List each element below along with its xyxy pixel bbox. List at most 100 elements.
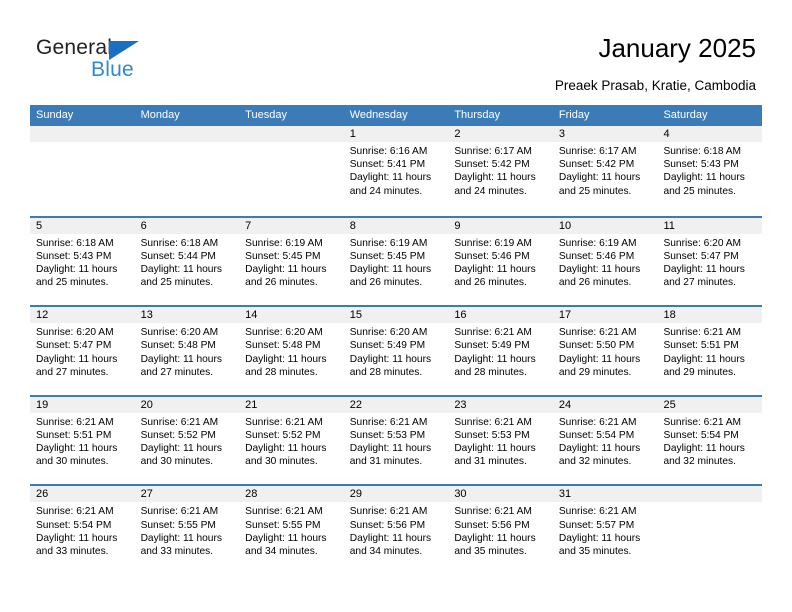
day-cell[interactable]: 3 Sunrise: 6:17 AM Sunset: 5:42 PM Dayli… <box>552 126 658 216</box>
day-cell[interactable]: 29 Sunrise: 6:21 AM Sunset: 5:56 PM Dayl… <box>343 486 449 574</box>
day-cell[interactable]: 10 Sunrise: 6:19 AM Sunset: 5:46 PM Dayl… <box>552 217 658 306</box>
daylight-text-line2: and 29 minutes. <box>558 366 632 378</box>
day-details: Sunrise: 6:21 AM Sunset: 5:53 PM Dayligh… <box>448 413 553 469</box>
weekday-header-sunday: Sunday <box>36 109 74 121</box>
daylight-text-line2: and 24 minutes. <box>349 185 423 197</box>
sunset-text: Sunset: 5:51 PM <box>663 340 739 352</box>
day-cell[interactable]: 9 Sunrise: 6:19 AM Sunset: 5:46 PM Dayli… <box>448 217 553 306</box>
daylight-text-line1: Daylight: 11 hours <box>349 172 432 184</box>
sunrise-text: Sunrise: 6:21 AM <box>140 506 219 518</box>
sunrise-text: Sunrise: 6:21 AM <box>36 506 114 518</box>
daylight-text-line2: and 26 minutes. <box>454 277 527 289</box>
day-details: Sunrise: 6:17 AM Sunset: 5:42 PM Dayligh… <box>448 142 553 198</box>
daylight-text-line1: Daylight: 11 hours <box>36 353 118 365</box>
day-cell[interactable]: 23 Sunrise: 6:21 AM Sunset: 5:53 PM Dayl… <box>448 396 553 485</box>
day-cell[interactable]: 5 Sunrise: 6:18 AM Sunset: 5:43 PM Dayli… <box>30 217 135 306</box>
day-number: 27 <box>134 486 240 503</box>
page-title: January 2025 <box>598 33 756 63</box>
day-cell[interactable] <box>239 126 344 216</box>
sunrise-text: Sunrise: 6:19 AM <box>454 237 532 249</box>
daylight-text-line1: Daylight: 11 hours <box>663 264 745 275</box>
day-cell[interactable]: 30 Sunrise: 6:21 AM Sunset: 5:56 PM Dayl… <box>448 486 553 574</box>
day-cell[interactable]: 17 Sunrise: 6:21 AM Sunset: 5:50 PM Dayl… <box>552 307 658 395</box>
day-number: 9 <box>448 217 553 234</box>
day-cell[interactable]: 1 Sunrise: 6:16 AM Sunset: 5:41 PM Dayli… <box>343 126 449 216</box>
day-cell[interactable]: 11 Sunrise: 6:20 AM Sunset: 5:47 PM Dayl… <box>657 217 763 306</box>
day-number: 12 <box>30 307 135 324</box>
day-details <box>239 142 344 145</box>
day-cell[interactable]: 7 Sunrise: 6:19 AM Sunset: 5:45 PM Dayli… <box>239 217 344 306</box>
day-cell[interactable]: 19 Sunrise: 6:21 AM Sunset: 5:51 PM Dayl… <box>30 396 135 485</box>
day-cell[interactable] <box>30 126 135 216</box>
sunrise-text: Sunrise: 6:18 AM <box>36 237 114 249</box>
day-cell[interactable]: 22 Sunrise: 6:21 AM Sunset: 5:53 PM Dayl… <box>343 396 449 485</box>
daylight-text-line1: Daylight: 11 hours <box>245 264 327 275</box>
day-number: 31 <box>552 486 658 503</box>
daylight-text-line2: and 27 minutes. <box>663 277 736 289</box>
day-number: 13 <box>134 307 240 324</box>
day-cell[interactable]: 12 Sunrise: 6:20 AM Sunset: 5:47 PM Dayl… <box>30 307 135 395</box>
day-details: Sunrise: 6:21 AM Sunset: 5:55 PM Dayligh… <box>135 502 240 558</box>
day-cell[interactable]: 26 Sunrise: 6:21 AM Sunset: 5:54 PM Dayl… <box>30 486 135 574</box>
day-cell[interactable]: 31 Sunrise: 6:21 AM Sunset: 5:57 PM Dayl… <box>552 486 658 574</box>
daylight-text-line2: and 35 minutes. <box>558 545 632 557</box>
general-blue-logo[interactable]: General Blue <box>36 36 236 84</box>
sunrise-text: Sunrise: 6:21 AM <box>349 506 428 518</box>
sunset-text: Sunset: 5:52 PM <box>140 429 216 441</box>
day-cell[interactable] <box>134 126 240 216</box>
day-details: Sunrise: 6:20 AM Sunset: 5:49 PM Dayligh… <box>344 323 449 379</box>
day-cell[interactable]: 27 Sunrise: 6:21 AM Sunset: 5:55 PM Dayl… <box>134 486 240 574</box>
weekday-header-thursday: Thursday <box>454 109 501 121</box>
day-number: 7 <box>239 217 344 234</box>
week-row: 5 Sunrise: 6:18 AM Sunset: 5:43 PM Dayli… <box>30 215 763 306</box>
sunrise-text: Sunrise: 6:21 AM <box>454 506 532 518</box>
sunset-text: Sunset: 5:42 PM <box>558 159 635 171</box>
day-number: 29 <box>343 486 449 503</box>
day-number: 1 <box>343 126 449 142</box>
day-cell[interactable]: 8 Sunrise: 6:19 AM Sunset: 5:45 PM Dayli… <box>343 217 449 306</box>
daylight-text-line2: and 27 minutes. <box>140 366 214 378</box>
day-cell[interactable]: 20 Sunrise: 6:21 AM Sunset: 5:52 PM Dayl… <box>134 396 240 485</box>
daylight-text-line2: and 25 minutes. <box>36 277 109 289</box>
weekday-header-tuesday: Tuesday <box>245 109 287 121</box>
day-cell[interactable]: 14 Sunrise: 6:20 AM Sunset: 5:48 PM Dayl… <box>239 307 344 395</box>
day-cell[interactable]: 4 Sunrise: 6:18 AM Sunset: 5:43 PM Dayli… <box>657 126 763 216</box>
day-cell[interactable]: 13 Sunrise: 6:20 AM Sunset: 5:48 PM Dayl… <box>134 307 240 395</box>
daylight-text-line1: Daylight: 11 hours <box>663 172 745 184</box>
daylight-text-line2: and 26 minutes. <box>349 277 423 289</box>
daylight-text-line1: Daylight: 11 hours <box>558 264 641 275</box>
day-cell[interactable]: 24 Sunrise: 6:21 AM Sunset: 5:54 PM Dayl… <box>552 396 658 485</box>
day-cell[interactable]: 16 Sunrise: 6:21 AM Sunset: 5:49 PM Dayl… <box>448 307 553 395</box>
daylight-text-line1: Daylight: 11 hours <box>245 353 327 365</box>
day-cell[interactable]: 2 Sunrise: 6:17 AM Sunset: 5:42 PM Dayli… <box>448 126 553 216</box>
daylight-text-line1: Daylight: 11 hours <box>36 532 118 544</box>
daylight-text-line2: and 28 minutes. <box>349 366 423 378</box>
sunrise-text: Sunrise: 6:20 AM <box>36 327 114 339</box>
daylight-text-line1: Daylight: 11 hours <box>454 353 536 365</box>
day-details <box>30 142 135 145</box>
day-cell[interactable] <box>657 486 763 574</box>
day-cell[interactable]: 18 Sunrise: 6:21 AM Sunset: 5:51 PM Dayl… <box>657 307 763 395</box>
daylight-text-line1: Daylight: 11 hours <box>140 353 222 365</box>
sunset-text: Sunset: 5:48 PM <box>245 340 321 352</box>
sunset-text: Sunset: 5:41 PM <box>349 159 426 171</box>
sunset-text: Sunset: 5:44 PM <box>140 250 216 262</box>
sunrise-text: Sunrise: 6:20 AM <box>140 327 219 339</box>
daylight-text-line2: and 24 minutes. <box>454 185 527 197</box>
sunrise-text: Sunrise: 6:21 AM <box>245 506 323 518</box>
day-cell[interactable]: 15 Sunrise: 6:20 AM Sunset: 5:49 PM Dayl… <box>343 307 449 395</box>
day-details: Sunrise: 6:18 AM Sunset: 5:44 PM Dayligh… <box>135 234 240 290</box>
day-cell[interactable]: 21 Sunrise: 6:21 AM Sunset: 5:52 PM Dayl… <box>239 396 344 485</box>
daylight-text-line1: Daylight: 11 hours <box>558 353 641 365</box>
sunset-text: Sunset: 5:46 PM <box>454 250 530 262</box>
day-cell[interactable]: 28 Sunrise: 6:21 AM Sunset: 5:55 PM Dayl… <box>239 486 344 574</box>
day-cell[interactable]: 25 Sunrise: 6:21 AM Sunset: 5:54 PM Dayl… <box>657 396 763 485</box>
day-details: Sunrise: 6:21 AM Sunset: 5:49 PM Dayligh… <box>448 323 553 379</box>
week-row: 12 Sunrise: 6:20 AM Sunset: 5:47 PM Dayl… <box>30 305 763 395</box>
day-number: 6 <box>134 217 240 234</box>
sunset-text: Sunset: 5:56 PM <box>454 519 530 531</box>
day-details: Sunrise: 6:21 AM Sunset: 5:56 PM Dayligh… <box>344 502 449 558</box>
day-cell[interactable]: 6 Sunrise: 6:18 AM Sunset: 5:44 PM Dayli… <box>134 217 240 306</box>
sunset-text: Sunset: 5:49 PM <box>454 340 530 352</box>
sunrise-text: Sunrise: 6:21 AM <box>663 327 742 339</box>
